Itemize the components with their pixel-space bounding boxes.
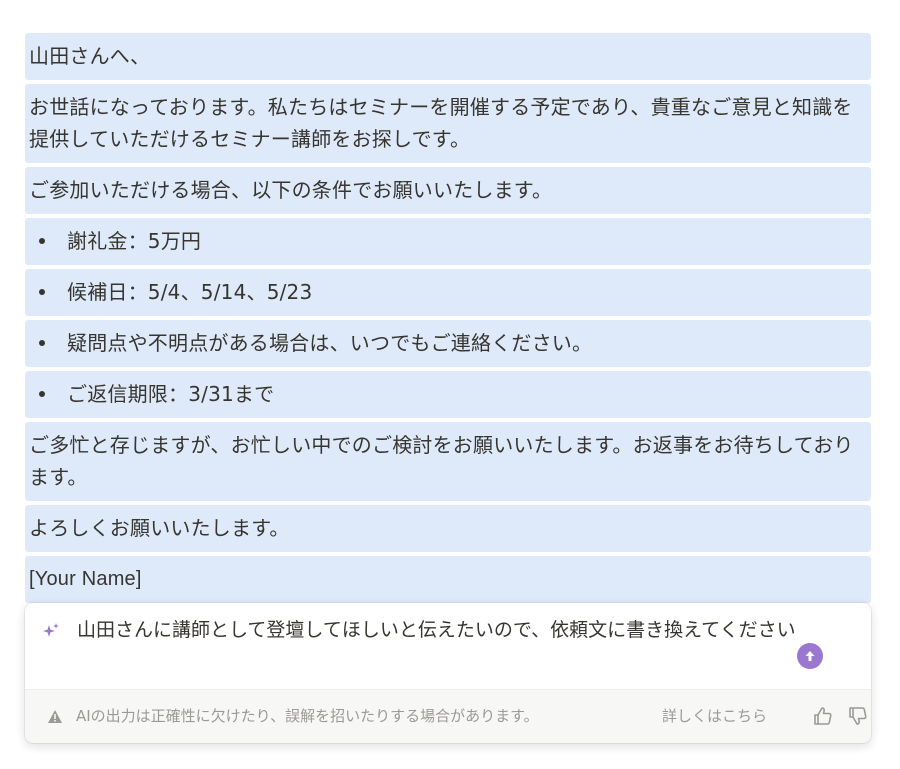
bullet-item-dates[interactable]: 候補日：5/4、5/14、5/23	[25, 269, 871, 316]
bullet-text: ご返信期限：3/31まで	[67, 382, 275, 406]
bullet-dot	[39, 391, 45, 397]
send-button[interactable]	[797, 643, 823, 669]
signature-block[interactable]: [Your Name]	[25, 556, 871, 603]
intro-block[interactable]: お世話になっております。私たちはセミナーを開催する予定であり、貴重なご意見と知識…	[25, 84, 871, 163]
bullet-dot	[39, 289, 45, 295]
thumbs-up-icon[interactable]	[812, 705, 834, 731]
ai-prompt-card: 山田さんに講師として登壇してほしいと伝えたいので、依頼文に書き換えてください A…	[25, 603, 871, 743]
signature-text: [Your Name]	[29, 568, 142, 590]
prompt-footer: AIの出力は正確性に欠けたり、誤解を招いたりする場合があります。 詳しくはこちら	[25, 689, 871, 743]
bullet-text: 疑問点や不明点がある場合は、いつでもご連絡ください。	[67, 331, 593, 355]
bullet-text: 候補日：5/4、5/14、5/23	[67, 280, 313, 304]
bullet-item-fee[interactable]: 謝礼金：5万円	[25, 218, 871, 265]
regards-block[interactable]: よろしくお願いいたします。	[25, 505, 871, 552]
ai-generated-document: 山田さんへ、 お世話になっております。私たちはセミナーを開催する予定であり、貴重…	[25, 33, 871, 607]
sparkle-icon	[41, 621, 61, 641]
intro-text: お世話になっております。私たちはセミナーを開催する予定であり、貴重なご意見と知識…	[29, 95, 853, 151]
ai-prompt-input[interactable]: 山田さんに講師として登壇してほしいと伝えたいので、依頼文に書き換えてください	[25, 603, 871, 689]
closing-block[interactable]: ご多忙と存じますが、お忙しい中でのご検討をお願いいたします。お返事をお待ちしてお…	[25, 422, 871, 501]
closing-text: ご多忙と存じますが、お忙しい中でのご検討をお願いいたします。お返事をお待ちしてお…	[29, 433, 854, 489]
bullet-item-deadline[interactable]: ご返信期限：3/31まで	[25, 371, 871, 418]
bullet-dot	[39, 340, 45, 346]
bullet-text: 謝礼金：5万円	[67, 229, 202, 253]
conditions-intro-block[interactable]: ご参加いただける場合、以下の条件でお願いいたします。	[25, 167, 871, 214]
greeting-text: 山田さんへ、	[29, 44, 151, 68]
details-link[interactable]: 詳しくはこちら	[662, 706, 767, 726]
regards-text: よろしくお願いいたします。	[29, 516, 290, 540]
bullet-dot	[39, 238, 45, 244]
conditions-intro-text: ご参加いただける場合、以下の条件でお願いいたします。	[29, 178, 553, 202]
thumbs-down-icon[interactable]	[847, 705, 869, 731]
arrow-up-circle-icon	[805, 651, 815, 661]
warning-icon	[47, 709, 63, 728]
bullet-item-questions[interactable]: 疑問点や不明点がある場合は、いつでもご連絡ください。	[25, 320, 871, 367]
greeting-block[interactable]: 山田さんへ、	[25, 33, 871, 80]
prompt-text: 山田さんに講師として登壇してほしいと伝えたいので、依頼文に書き換えてください	[77, 619, 796, 641]
disclaimer-text: AIの出力は正確性に欠けたり、誤解を招いたりする場合があります。	[76, 707, 539, 725]
